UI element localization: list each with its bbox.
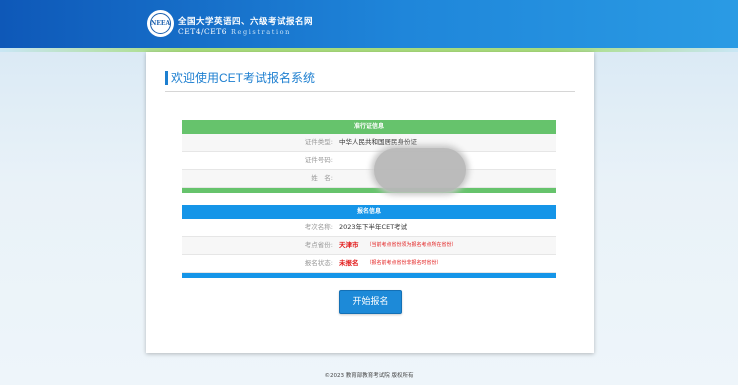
logo-text: NEEA xyxy=(150,20,171,27)
exam-province-label: 考点省份: xyxy=(304,241,333,249)
site-header xyxy=(0,0,738,48)
site-title: 全国大学英语四、六级考试报名网 xyxy=(178,17,314,27)
subtitle-registration: Registration xyxy=(231,28,291,36)
name-label: 姓 名: xyxy=(311,174,333,182)
pass-info-header: 准行证信息 xyxy=(182,120,556,134)
start-registration-button[interactable]: 开始报名 xyxy=(339,290,402,314)
id-number-value xyxy=(336,152,339,169)
registration-status-row: 报名状态: 未报名 （报名前考点省份非报名时省份） xyxy=(182,255,556,273)
id-number-row: 证件号码: xyxy=(182,152,556,170)
exam-name-value: 2023年下半年CET考试 xyxy=(339,223,408,231)
exam-name-row: 考次名称: 2023年下半年CET考试 xyxy=(182,219,556,237)
registration-info-header: 报名信息 xyxy=(182,205,556,219)
neea-logo-icon[interactable]: NEEA xyxy=(147,10,174,37)
exam-province-row: 考点省份: 天津市 （当前考点省份须为报名考点所在省份） xyxy=(182,237,556,255)
site-subtitle: CET4/CET6 Registration xyxy=(178,27,291,36)
registration-info-footer-bar xyxy=(182,273,556,278)
id-type-row: 证件类型: 中华人民共和国居民身份证 xyxy=(182,134,556,152)
name-row: 姓 名: xyxy=(182,170,556,188)
exam-province-value: 天津市 xyxy=(339,241,359,249)
id-number-label: 证件号码: xyxy=(304,156,333,164)
exam-name-label: 考次名称: xyxy=(304,223,333,231)
pass-info-footer-bar xyxy=(182,188,556,193)
registration-status-note: （报名前考点省份非报名时省份） xyxy=(366,260,442,266)
title-divider xyxy=(165,91,575,92)
redacted-blur xyxy=(374,148,466,192)
name-value xyxy=(336,170,339,187)
logo-ring: NEEA xyxy=(150,13,171,34)
registration-status-label: 报名状态: xyxy=(304,259,333,267)
copyright-footer: ©2023 教育部教育考试院 版权所有 xyxy=(324,373,414,379)
page-title: 欢迎使用CET考试报名系统 xyxy=(165,71,315,85)
subtitle-cet: CET4/CET6 xyxy=(178,27,228,36)
main-card: 欢迎使用CET考试报名系统 准行证信息 证件类型: 中华人民共和国居民身份证 证… xyxy=(146,52,594,353)
exam-province-note: （当前考点省份须为报名考点所在省份） xyxy=(366,242,457,248)
id-type-label: 证件类型: xyxy=(304,138,333,146)
registration-status-value: 未报名 xyxy=(339,259,359,267)
pass-info-panel: 准行证信息 证件类型: 中华人民共和国居民身份证 证件号码: 姓 名: xyxy=(182,120,556,193)
registration-info-panel: 报名信息 考次名称: 2023年下半年CET考试 考点省份: 天津市 （当前考点… xyxy=(182,205,556,278)
